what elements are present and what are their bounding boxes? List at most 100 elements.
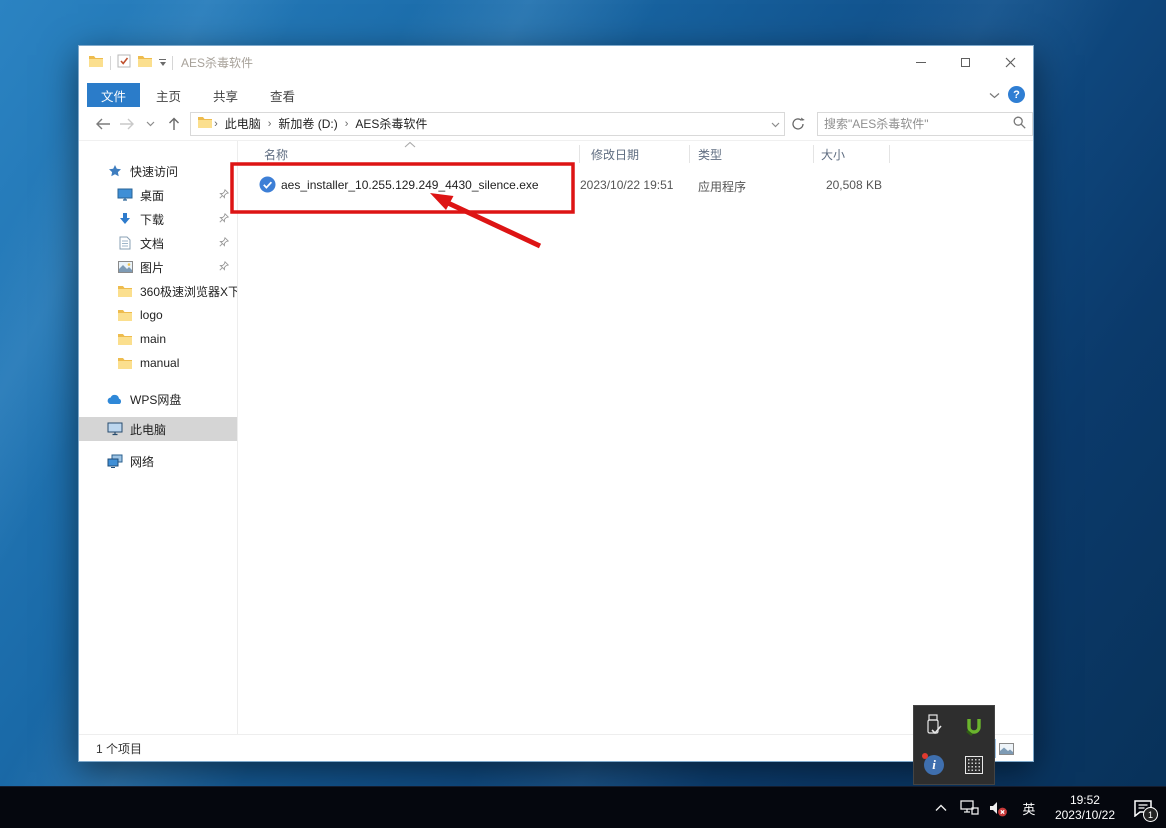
tray-overflow-popup: i [913, 705, 995, 785]
title-bar: AES杀毒软件 [79, 46, 1033, 79]
sidebar-item-main[interactable]: main [79, 327, 237, 351]
sidebar-item-this-pc[interactable]: 此电脑 [79, 417, 237, 441]
file-row[interactable]: aes_installer_10.255.129.249_4430_silenc… [238, 172, 1033, 199]
system-tray: 英 19:52 2023/10/22 1 [929, 787, 1158, 828]
alert-dot [922, 752, 928, 759]
main-area: 快速访问 桌面 下载 文档 图片 360极速浏览器X下 logo main ma… [79, 141, 1033, 734]
pin-icon [219, 212, 230, 226]
address-bar-row: › 此电脑 › 新加卷 (D:) › AES杀毒软件 [79, 107, 1034, 141]
column-separator[interactable] [889, 145, 890, 163]
refresh-icon[interactable] [785, 112, 811, 136]
pin-icon [219, 236, 230, 250]
download-icon [117, 211, 133, 227]
help-icon[interactable]: ? [1008, 86, 1025, 103]
file-name[interactable]: aes_installer_10.255.129.249_4430_silenc… [281, 178, 539, 192]
search-input[interactable] [824, 116, 1014, 131]
column-header-type[interactable]: 类型 [698, 146, 722, 163]
quick-access-toolbar [79, 54, 173, 71]
minimize-button[interactable] [898, 46, 943, 79]
sidebar-item-downloads[interactable]: 下载 [79, 207, 237, 231]
search-icon[interactable] [1013, 116, 1026, 132]
pictures-icon [117, 259, 133, 275]
action-center-icon[interactable]: 1 [1128, 787, 1158, 828]
column-separator[interactable] [689, 145, 690, 163]
address-bar[interactable]: › 此电脑 › 新加卷 (D:) › AES杀毒软件 [190, 111, 786, 136]
tab-share[interactable]: 共享 [197, 83, 254, 107]
taskbar[interactable]: 英 19:52 2023/10/22 1 [0, 786, 1166, 828]
item-count: 1 个项目 [96, 741, 143, 756]
status-bar: 1 个项目 [79, 734, 1033, 761]
up-icon[interactable] [162, 112, 186, 136]
tab-view[interactable]: 查看 [254, 83, 311, 107]
taskbar-clock[interactable]: 19:52 2023/10/22 [1047, 793, 1123, 823]
ime-indicator[interactable]: 英 [1016, 799, 1042, 818]
folder-icon [117, 355, 133, 371]
breadcrumb-this-pc[interactable]: 此电脑 [219, 115, 267, 132]
sidebar-item-label: 此电脑 [130, 422, 167, 437]
back-icon[interactable] [91, 112, 115, 136]
sidebar-item-label: 快速访问 [130, 164, 179, 179]
sidebar-item-label: logo [140, 308, 163, 322]
sidebar-item-label: main [140, 332, 167, 346]
info-icon[interactable]: i [914, 745, 954, 784]
column-separator[interactable] [579, 145, 580, 163]
usb-eject-icon[interactable] [914, 706, 954, 745]
sidebar-item-quick-access[interactable]: 快速访问 [79, 159, 237, 183]
sidebar-item-logo[interactable]: logo [79, 303, 237, 327]
ribbon-collapse-icon[interactable] [989, 88, 1000, 102]
history-dropdown-icon[interactable] [139, 112, 163, 136]
sidebar-item-manual[interactable]: manual [79, 351, 237, 375]
sidebar-item-label: 网络 [130, 454, 155, 469]
column-header-size[interactable]: 大小 [821, 146, 845, 163]
tab-home[interactable]: 主页 [140, 83, 197, 107]
checkbox-icon[interactable] [117, 54, 131, 71]
folder-icon [117, 331, 133, 347]
window-controls [898, 46, 1033, 79]
pin-icon [219, 188, 230, 202]
grid-app-icon[interactable] [954, 745, 994, 784]
qat-dropdown-icon[interactable] [159, 59, 166, 66]
sidebar-item-360-browser-downloads[interactable]: 360极速浏览器X下载 [79, 279, 237, 303]
file-size: 20,508 KB [825, 178, 882, 192]
breadcrumb-drive-d[interactable]: 新加卷 (D:) [272, 115, 343, 132]
sidebar-item-pictures[interactable]: 图片 [79, 255, 237, 279]
explorer-window: AES杀毒软件 文件 主页 共享 查看 ? › 此电脑 › 新加卷 (D:) ›… [78, 45, 1034, 762]
tray-chevron-icon[interactable] [929, 787, 953, 828]
breadcrumb-current-folder[interactable]: AES杀毒软件 [349, 115, 433, 132]
column-header-name[interactable]: 名称 [264, 146, 288, 163]
file-list: 名称 修改日期 类型 大小 aes_installer_10.255.129.2… [238, 141, 1033, 734]
maximize-button[interactable] [943, 46, 988, 79]
address-dropdown-icon[interactable] [771, 117, 780, 131]
sidebar-item-wps-cloud[interactable]: WPS网盘 [79, 387, 237, 411]
cloud-icon [107, 391, 123, 407]
maximize-icon [961, 58, 970, 67]
volume-muted-icon[interactable] [987, 787, 1011, 828]
sidebar-item-network[interactable]: 网络 [79, 449, 237, 473]
star-icon [107, 163, 123, 179]
green-app-icon[interactable] [954, 706, 994, 745]
sidebar-item-desktop[interactable]: 桌面 [79, 183, 237, 207]
close-button[interactable] [988, 46, 1033, 79]
this-pc-icon [107, 421, 123, 437]
tab-file[interactable]: 文件 [87, 83, 141, 107]
file-type: 应用程序 [698, 180, 747, 194]
folder-icon[interactable] [137, 54, 153, 71]
shield-check-file-icon [259, 176, 276, 196]
sidebar-item-label: 桌面 [140, 188, 165, 203]
desktop: AES杀毒软件 文件 主页 共享 查看 ? › 此电脑 › 新加卷 (D:) ›… [0, 0, 1166, 828]
file-date: 2023/10/22 19:51 [580, 178, 674, 192]
separator [172, 55, 173, 70]
thumbnail-view-icon[interactable] [998, 740, 1015, 757]
network-icon [107, 453, 123, 469]
separator [110, 55, 111, 70]
network-tray-icon[interactable] [958, 787, 982, 828]
ribbon-tab-bar: 文件 主页 共享 查看 ? [79, 79, 1033, 107]
sidebar-item-label: WPS网盘 [130, 392, 182, 407]
search-box[interactable] [817, 111, 1034, 136]
window-title: AES杀毒软件 [181, 56, 254, 70]
column-header-date[interactable]: 修改日期 [591, 146, 639, 163]
forward-icon[interactable] [115, 112, 139, 136]
column-separator[interactable] [813, 145, 814, 163]
window-folder-icon [88, 54, 104, 71]
sidebar-item-documents[interactable]: 文档 [79, 231, 237, 255]
